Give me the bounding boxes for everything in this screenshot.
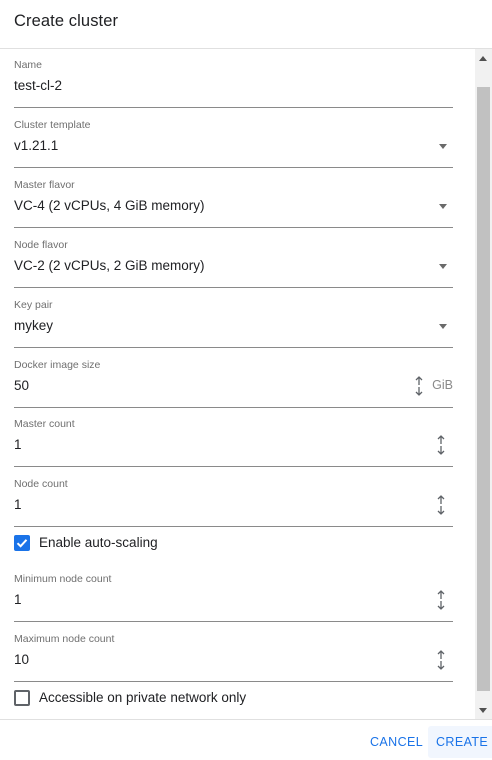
up-down-arrows-icon[interactable] — [435, 434, 447, 456]
name-input[interactable]: test-cl-2 — [14, 78, 62, 93]
name-label: Name — [14, 59, 43, 71]
name-field[interactable]: Name test-cl-2 — [14, 59, 453, 109]
key-pair-value: mykey — [14, 318, 54, 333]
auto-scaling-checkbox-row[interactable]: Enable auto-scaling — [14, 534, 314, 554]
master-flavor-underline — [14, 227, 453, 228]
master-flavor-select[interactable]: Master flavor VC-4 (2 vCPUs, 4 GiB memor… — [14, 179, 453, 229]
scroll-up-button[interactable] — [475, 49, 492, 66]
cluster-template-label: Cluster template — [14, 119, 91, 131]
max-node-count-label: Maximum node count — [14, 633, 115, 645]
private-network-checkbox-row[interactable]: Accessible on private network only — [14, 689, 314, 709]
node-count-field[interactable]: Node count 1 — [14, 478, 453, 528]
docker-image-size-field[interactable]: Docker image size 50 GiB — [14, 359, 453, 409]
master-flavor-value: VC-4 (2 vCPUs, 4 GiB memory) — [14, 198, 205, 213]
max-node-count-underline — [14, 681, 453, 682]
up-down-arrows-icon[interactable] — [435, 589, 447, 611]
max-node-count-field[interactable]: Maximum node count 10 — [14, 633, 453, 683]
arrow-up-icon — [479, 56, 487, 61]
max-node-count-input[interactable]: 10 — [14, 652, 29, 667]
cancel-button[interactable]: CANCEL — [362, 726, 431, 758]
node-flavor-underline — [14, 287, 453, 288]
dialog-footer: CANCEL CREATE — [0, 719, 492, 760]
dialog-title: Create cluster — [14, 12, 119, 30]
arrow-down-icon — [479, 708, 487, 713]
checkmark-icon — [16, 539, 28, 548]
key-pair-underline — [14, 347, 453, 348]
master-count-input[interactable]: 1 — [14, 437, 22, 452]
caret-down-icon[interactable] — [439, 324, 447, 329]
cluster-template-value: v1.21.1 — [14, 138, 59, 153]
dialog-header: Create cluster — [0, 0, 492, 49]
dialog-content: Name test-cl-2 Cluster template v1.21.1 … — [0, 49, 475, 719]
up-down-arrows-icon[interactable] — [435, 494, 447, 516]
auto-scaling-checkbox[interactable] — [14, 535, 30, 551]
min-node-count-underline — [14, 621, 453, 622]
scroll-down-button[interactable] — [475, 702, 492, 719]
private-network-label: Accessible on private network only — [39, 690, 247, 705]
scrollbar[interactable] — [475, 49, 492, 719]
auto-scaling-label: Enable auto-scaling — [39, 535, 158, 550]
docker-image-size-unit: GiB — [432, 378, 453, 392]
private-network-checkbox[interactable] — [14, 690, 30, 706]
node-count-label: Node count — [14, 478, 68, 490]
min-node-count-field[interactable]: Minimum node count 1 — [14, 573, 453, 623]
node-flavor-value: VC-2 (2 vCPUs, 2 GiB memory) — [14, 258, 205, 273]
up-down-arrows-icon[interactable] — [435, 649, 447, 671]
master-count-label: Master count — [14, 418, 75, 430]
key-pair-label: Key pair — [14, 299, 53, 311]
key-pair-select[interactable]: Key pair mykey — [14, 299, 453, 349]
name-underline — [14, 107, 453, 108]
node-count-underline — [14, 526, 453, 527]
docker-image-size-input[interactable]: 50 — [14, 378, 29, 393]
node-flavor-select[interactable]: Node flavor VC-2 (2 vCPUs, 2 GiB memory) — [14, 239, 453, 289]
create-button[interactable]: CREATE — [428, 726, 492, 758]
master-count-field[interactable]: Master count 1 — [14, 418, 453, 468]
caret-down-icon[interactable] — [439, 144, 447, 149]
caret-down-icon[interactable] — [439, 204, 447, 209]
up-down-arrows-icon[interactable] — [413, 375, 425, 397]
node-flavor-label: Node flavor — [14, 239, 68, 251]
cluster-template-select[interactable]: Cluster template v1.21.1 — [14, 119, 453, 169]
caret-down-icon[interactable] — [439, 264, 447, 269]
scrollbar-thumb[interactable] — [477, 87, 490, 691]
create-cluster-dialog: Create cluster Name test-cl-2 Cluster te… — [0, 0, 492, 760]
min-node-count-input[interactable]: 1 — [14, 592, 22, 607]
min-node-count-label: Minimum node count — [14, 573, 112, 585]
master-flavor-label: Master flavor — [14, 179, 75, 191]
node-count-input[interactable]: 1 — [14, 497, 22, 512]
cluster-template-underline — [14, 167, 453, 168]
docker-image-size-label: Docker image size — [14, 359, 101, 371]
docker-image-size-underline — [14, 407, 453, 408]
master-count-underline — [14, 466, 453, 467]
